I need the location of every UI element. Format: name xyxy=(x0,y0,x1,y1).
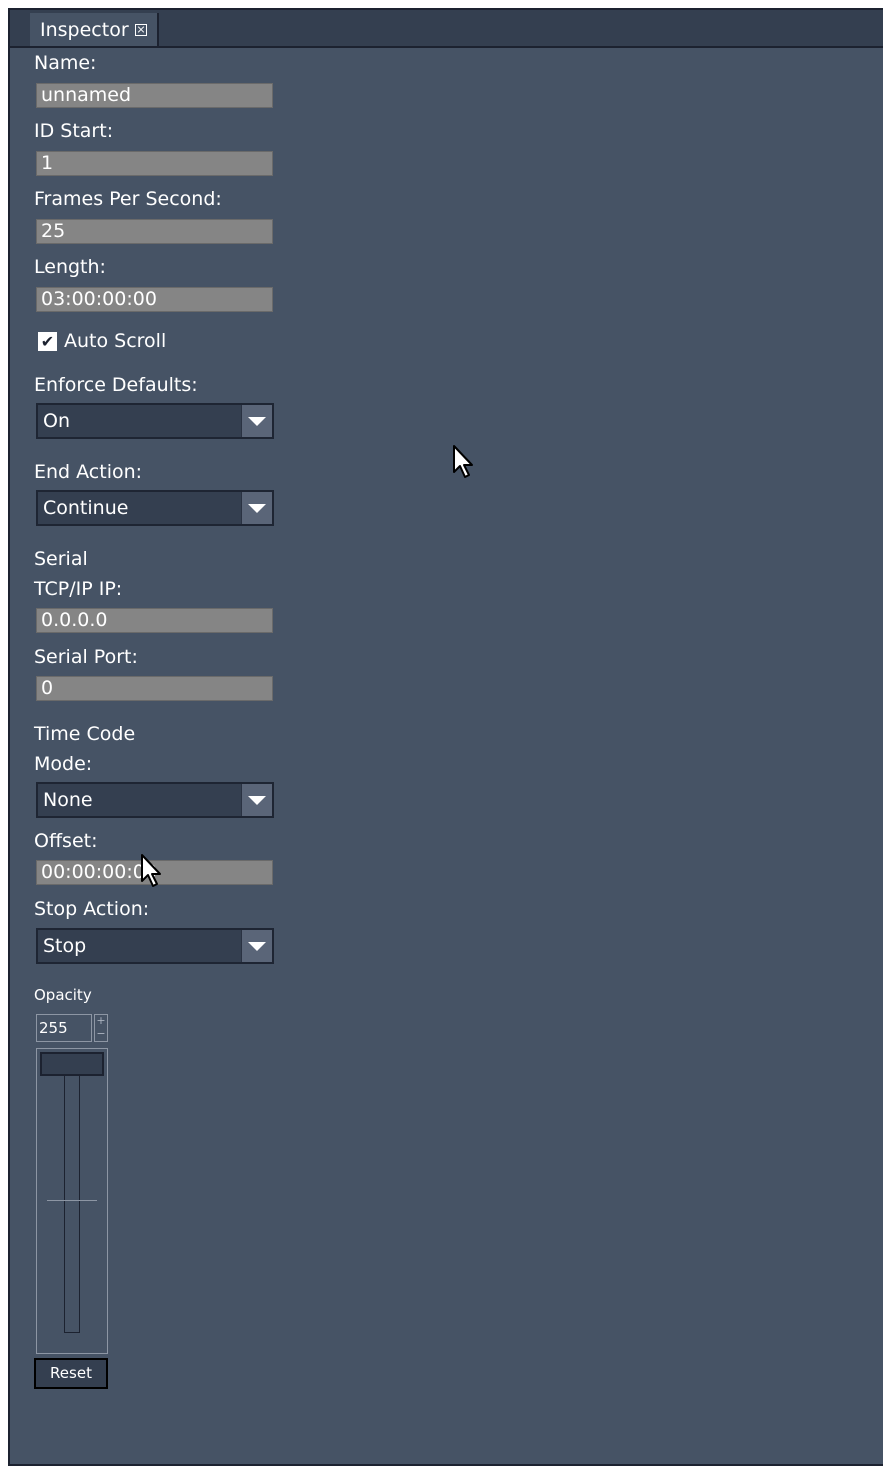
checkmark-icon: ✔ xyxy=(40,332,55,351)
fps-label: Frames Per Second: xyxy=(34,188,222,210)
tab-inspector[interactable]: Inspector xyxy=(30,13,159,46)
end-action-value: Continue xyxy=(43,497,129,519)
opacity-stepper[interactable]: + − xyxy=(94,1014,108,1042)
mode-label: Mode: xyxy=(34,753,93,775)
inspector-panel: Inspector Name: unnamed ID Start: 1 Fram… xyxy=(8,8,883,1466)
serial-port-label: Serial Port: xyxy=(34,646,138,668)
length-label: Length: xyxy=(34,256,106,278)
serial-heading: Serial xyxy=(34,548,88,570)
length-field[interactable]: 03:00:00:00 xyxy=(36,287,273,312)
name-label: Name: xyxy=(34,52,97,74)
mouse-cursor-icon xyxy=(453,445,473,478)
chevron-down-icon[interactable] xyxy=(241,930,272,962)
fps-field[interactable]: 25 xyxy=(36,219,273,244)
stop-action-label: Stop Action: xyxy=(34,898,150,920)
opacity-label: Opacity xyxy=(34,986,92,1004)
reset-button[interactable]: Reset xyxy=(34,1358,108,1389)
chevron-down-icon[interactable] xyxy=(241,492,272,524)
name-field[interactable]: unnamed xyxy=(36,83,273,108)
serial-port-field[interactable]: 0 xyxy=(36,676,273,701)
end-action-label: End Action: xyxy=(34,461,143,483)
mode-value: None xyxy=(43,789,93,811)
opacity-slider[interactable] xyxy=(36,1048,108,1354)
time-code-heading: Time Code xyxy=(34,723,136,745)
mouse-cursor-icon xyxy=(141,854,161,887)
opacity-input[interactable]: 255 xyxy=(36,1014,92,1042)
stop-action-value: Stop xyxy=(43,935,87,957)
close-icon[interactable] xyxy=(134,23,147,36)
chevron-down-icon[interactable] xyxy=(241,405,272,437)
offset-label: Offset: xyxy=(34,830,98,852)
tcp-ip-label: TCP/IP IP: xyxy=(34,578,123,600)
tcp-ip-field[interactable]: 0.0.0.0 xyxy=(36,608,273,633)
enforce-defaults-label: Enforce Defaults: xyxy=(34,374,198,396)
enforce-defaults-value: On xyxy=(43,410,70,432)
id-start-field[interactable]: 1 xyxy=(36,151,273,176)
decrement-icon[interactable]: − xyxy=(95,1028,107,1041)
auto-scroll-label: Auto Scroll xyxy=(64,330,167,352)
slider-track xyxy=(64,1073,80,1333)
auto-scroll-checkbox[interactable]: ✔ xyxy=(38,332,57,351)
slider-thumb[interactable] xyxy=(40,1052,104,1076)
end-action-select[interactable]: Continue xyxy=(36,490,274,526)
enforce-defaults-select[interactable]: On xyxy=(36,403,274,439)
id-start-label: ID Start: xyxy=(34,120,114,142)
tab-inspector-label: Inspector xyxy=(40,18,129,41)
slider-center-tick xyxy=(47,1200,97,1201)
mode-select[interactable]: None xyxy=(36,782,274,818)
stop-action-select[interactable]: Stop xyxy=(36,928,274,964)
tab-bar: Inspector xyxy=(10,10,883,48)
chevron-down-icon[interactable] xyxy=(241,784,272,816)
